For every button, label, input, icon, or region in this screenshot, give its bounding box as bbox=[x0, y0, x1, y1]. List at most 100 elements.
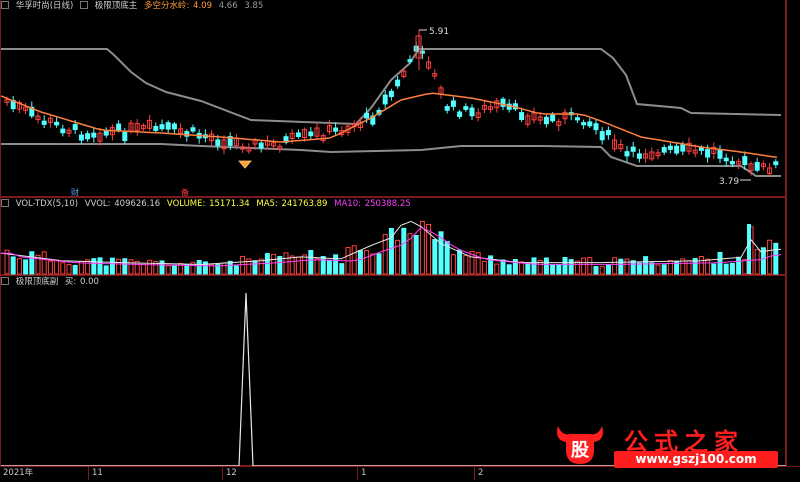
volume-bar bbox=[562, 256, 568, 275]
indicator-header: 极限顶底副 买: 0.00 bbox=[1, 276, 103, 289]
volume-bar bbox=[159, 260, 165, 275]
candle-body bbox=[364, 112, 370, 119]
event-marker-cai: 财 bbox=[71, 187, 79, 197]
volume-bar bbox=[413, 234, 419, 275]
volume-bar bbox=[581, 257, 587, 275]
candle-body bbox=[605, 129, 611, 136]
volume-bar bbox=[97, 257, 103, 275]
volume-bar bbox=[723, 263, 729, 275]
volume-bar bbox=[655, 264, 661, 275]
candle-body bbox=[717, 149, 723, 159]
candle-body bbox=[153, 125, 159, 131]
watermark: 股 公式之家 www.gszj100.com bbox=[552, 420, 784, 482]
volume-title[interactable]: VOL-TDX(5,10) bbox=[16, 199, 78, 209]
volume-bar bbox=[140, 263, 146, 275]
volume-bar bbox=[320, 256, 326, 275]
volume-bar bbox=[333, 254, 339, 275]
volume-bar bbox=[649, 262, 655, 275]
volume-bar bbox=[240, 255, 246, 275]
candle-body bbox=[550, 114, 556, 122]
volume-bar bbox=[525, 262, 531, 275]
volume-bar bbox=[574, 260, 580, 275]
volume-bar bbox=[568, 259, 574, 275]
candle-body bbox=[450, 100, 456, 107]
brand-url: www.gszj100.com bbox=[614, 451, 778, 468]
volume-bar bbox=[147, 259, 153, 275]
candle-body bbox=[574, 117, 580, 121]
candle-body bbox=[41, 120, 47, 125]
candle-body bbox=[407, 59, 413, 63]
candle-body bbox=[60, 128, 66, 134]
candle-body bbox=[91, 132, 97, 138]
volume-bar bbox=[773, 242, 779, 275]
candle-body bbox=[295, 132, 301, 138]
high-price-label: 5.91 bbox=[429, 27, 449, 37]
volume-bar bbox=[742, 258, 748, 275]
candle-body bbox=[308, 131, 314, 137]
volume-bar bbox=[401, 227, 407, 275]
vvol-label: VVOL: bbox=[84, 199, 111, 209]
volume-bar bbox=[302, 254, 308, 275]
volume-bar bbox=[550, 264, 556, 275]
volume-bar bbox=[41, 251, 47, 275]
volume-bar bbox=[531, 257, 537, 275]
buy-label: 买: bbox=[64, 277, 77, 287]
candle-body bbox=[54, 121, 60, 126]
candle-body bbox=[388, 90, 394, 98]
right-scale bbox=[786, 0, 800, 466]
logo-char: 股 bbox=[570, 440, 590, 461]
volume-bar bbox=[747, 224, 751, 274]
volume-label: VOLUME: bbox=[166, 199, 206, 209]
candle-body bbox=[667, 145, 673, 150]
upper-channel-line bbox=[1, 48, 782, 126]
volume-bar bbox=[364, 249, 370, 275]
candle-body bbox=[742, 156, 748, 166]
candle-body bbox=[444, 106, 450, 111]
volume-value: 15171.34 bbox=[209, 199, 250, 209]
candle-body bbox=[698, 147, 704, 151]
buy-value: 0.00 bbox=[80, 277, 99, 287]
volume-bar bbox=[450, 254, 456, 275]
candle-body bbox=[636, 153, 642, 159]
volume-bar bbox=[66, 263, 72, 275]
volume-bar bbox=[103, 265, 109, 275]
volume-bar bbox=[326, 259, 332, 275]
diamond-marker-icon bbox=[238, 160, 252, 169]
volume-bar bbox=[72, 264, 78, 275]
indicator-title[interactable]: 极限顶底副 bbox=[16, 277, 59, 287]
volume-bar bbox=[612, 257, 618, 275]
volume-bar bbox=[47, 260, 53, 275]
candle-body bbox=[624, 151, 630, 157]
candle-body bbox=[78, 134, 84, 141]
low-price-label: 3.79 bbox=[719, 177, 739, 187]
candle-body bbox=[723, 157, 729, 162]
volume-bar bbox=[686, 260, 692, 275]
candle-body bbox=[593, 123, 599, 131]
volume-panel[interactable]: VOL-TDX(5,10) VVOL: 409626.16 VOLUME: 15… bbox=[0, 197, 786, 275]
price-panel[interactable]: 华孚时尚(日线) 极限顶底主 多空分水岭: 4.09 4.66 3.85 5.9… bbox=[0, 0, 786, 197]
price-chart[interactable]: 5.91 3.79 财 备 bbox=[1, 0, 787, 197]
volume-bar bbox=[500, 259, 506, 275]
volume-bar bbox=[196, 260, 202, 275]
vvol-value: 409626.16 bbox=[114, 199, 161, 209]
candle-body bbox=[599, 131, 605, 141]
volume-bar bbox=[494, 263, 500, 275]
volume-bar bbox=[754, 248, 760, 275]
time-label: 1 bbox=[357, 467, 366, 480]
volume-bar bbox=[314, 258, 320, 275]
panel-toggle-icon[interactable] bbox=[1, 199, 9, 207]
volume-bar bbox=[667, 260, 673, 275]
candle-body bbox=[159, 124, 165, 130]
volume-bar bbox=[357, 250, 363, 275]
volume-bar bbox=[463, 255, 469, 275]
candle-body bbox=[674, 145, 680, 154]
volume-bar bbox=[599, 265, 605, 275]
volume-bar bbox=[10, 256, 16, 275]
ma10-value: 250388.25 bbox=[364, 199, 411, 209]
volume-bar bbox=[661, 264, 667, 275]
volume-bar bbox=[283, 252, 289, 275]
panel-toggle-icon[interactable] bbox=[1, 277, 9, 285]
volume-bar bbox=[295, 256, 301, 275]
candle-body bbox=[729, 160, 735, 165]
candle-body bbox=[581, 122, 587, 126]
